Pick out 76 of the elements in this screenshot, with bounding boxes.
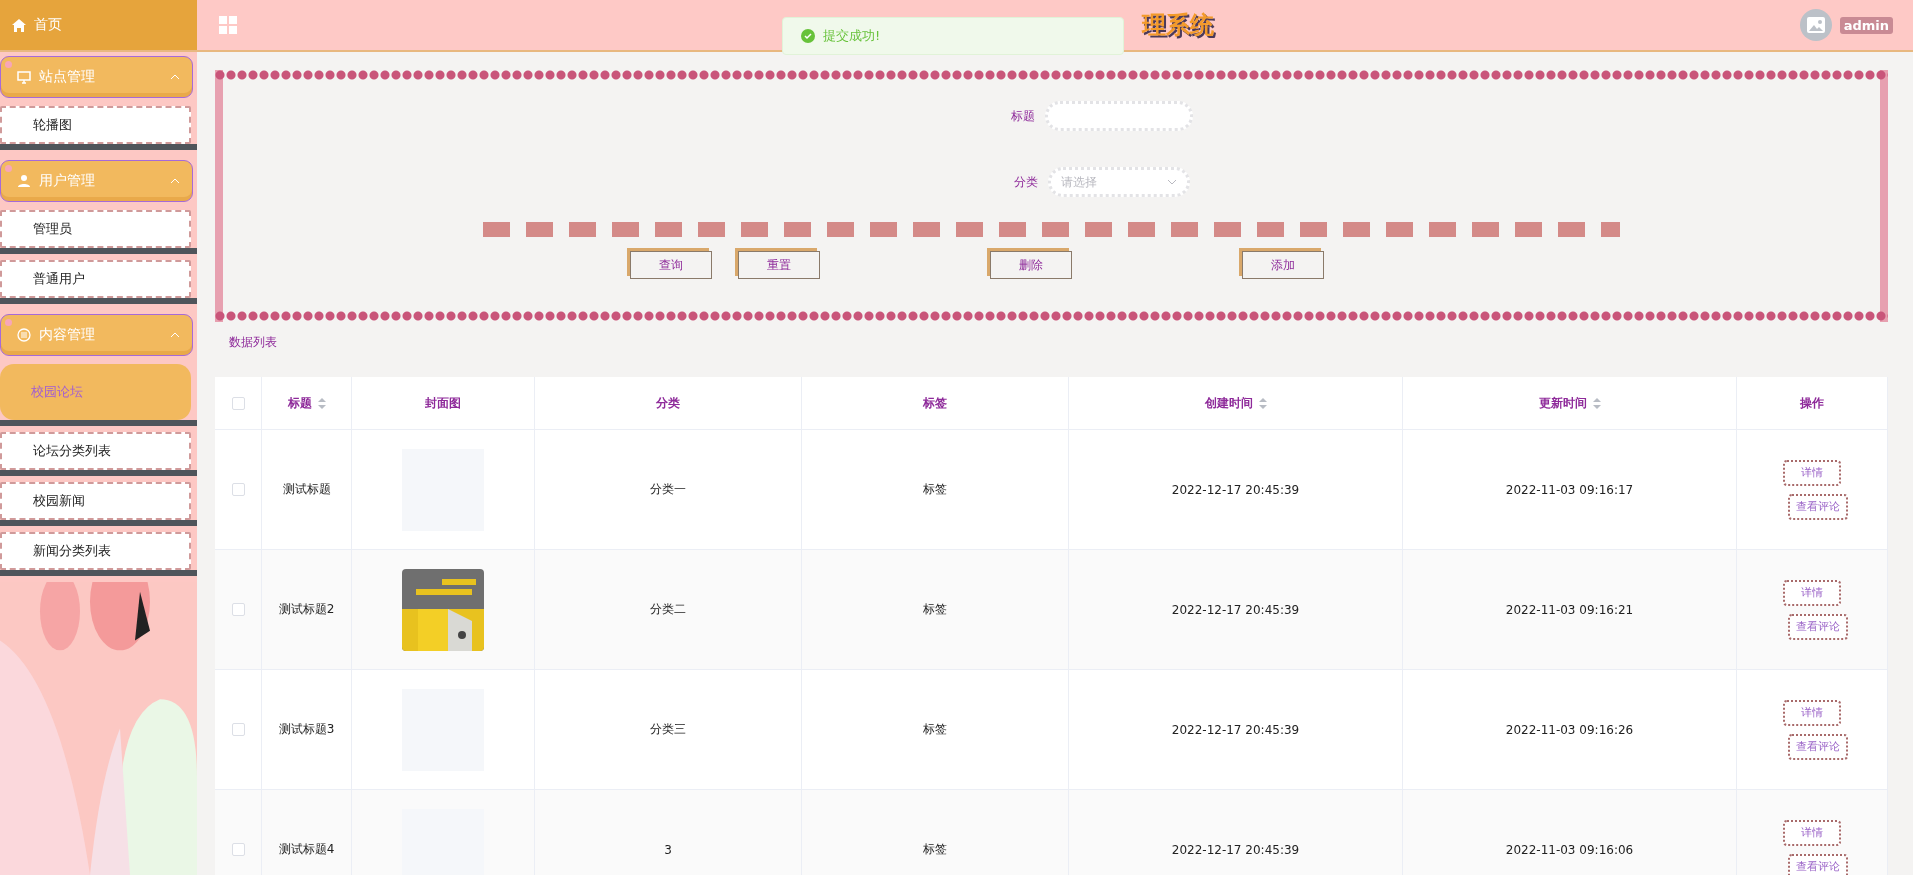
menu-item[interactable]: 校园论坛	[0, 364, 191, 420]
monitor-icon	[17, 70, 31, 84]
field-label: 标题	[1010, 107, 1035, 125]
input-field[interactable]	[1044, 101, 1193, 131]
checkbox[interactable]	[231, 483, 245, 496]
column-title: 操作	[1800, 394, 1824, 412]
created-time: 2022-12-17 20:45:39	[1171, 722, 1300, 737]
menu-item[interactable]: 论坛分类列表	[0, 432, 191, 470]
created-time: 2022-12-17 20:45:39	[1171, 842, 1300, 857]
checkbox[interactable]	[231, 603, 245, 616]
toast-message: 提交成功!	[823, 27, 881, 45]
group-label: 用户管理	[39, 172, 96, 190]
tag-text: 标签	[923, 601, 947, 618]
section-title: 数据列表	[229, 334, 278, 351]
home-label: 首页	[34, 16, 62, 34]
checkbox[interactable]	[231, 843, 245, 856]
category-text: 3	[664, 842, 672, 857]
action-button[interactable]: 重置	[737, 251, 820, 279]
title-text: 测试标题3	[278, 721, 335, 738]
tag-text: 标签	[923, 481, 947, 498]
row-action-button[interactable]: 查看评论	[1788, 493, 1848, 520]
dot-icon	[5, 61, 12, 68]
checkbox[interactable]	[231, 723, 245, 736]
column-title: 封面图	[425, 394, 461, 412]
title-text: 测试标题4	[278, 841, 335, 858]
row-action-button[interactable]: 查看评论	[1788, 853, 1848, 875]
category-text: 分类二	[650, 601, 686, 618]
column-title: 创建时间	[1204, 394, 1253, 412]
category-text: 分类三	[650, 721, 686, 738]
avatar[interactable]	[1799, 9, 1832, 41]
title-text: 测试标题	[282, 481, 331, 498]
user-icon	[17, 174, 31, 188]
menu-item[interactable]: 新闻分类列表	[0, 532, 191, 570]
row-action-button[interactable]: 查看评论	[1788, 733, 1848, 760]
sort-icon[interactable]	[1592, 397, 1601, 409]
created-time: 2022-12-17 20:45:39	[1171, 602, 1300, 617]
row-action-button[interactable]: 详情	[1783, 459, 1841, 486]
tag-text: 标签	[923, 841, 947, 858]
tag-text: 标签	[923, 721, 947, 738]
action-button[interactable]: 删除	[989, 251, 1072, 279]
group-label: 内容管理	[39, 326, 96, 344]
app-title: 理系统	[1142, 10, 1214, 41]
chevron-down-icon	[1166, 179, 1177, 185]
home-icon	[12, 18, 26, 32]
column-title: 标题	[287, 394, 312, 412]
menu-item[interactable]: 校园新闻	[0, 482, 191, 520]
updated-time: 2022-11-03 09:16:17	[1505, 482, 1634, 497]
column-title: 更新时间	[1538, 394, 1587, 412]
row-action-button[interactable]: 查看评论	[1788, 613, 1848, 640]
row-action-button[interactable]: 详情	[1783, 819, 1841, 846]
action-button[interactable]: 添加	[1241, 251, 1324, 279]
list-icon	[17, 328, 31, 342]
category-text: 分类一	[650, 481, 686, 498]
created-time: 2022-12-17 20:45:39	[1171, 482, 1300, 497]
grid-icon[interactable]	[219, 16, 237, 34]
group-label: 站点管理	[39, 68, 96, 86]
title-text: 测试标题2	[278, 601, 335, 618]
user-name[interactable]: admin	[1839, 16, 1893, 34]
menu-item[interactable]: 管理员	[0, 210, 191, 248]
column-title: 分类	[656, 394, 680, 412]
row-action-button[interactable]: 详情	[1783, 579, 1841, 606]
updated-time: 2022-11-03 09:16:26	[1505, 722, 1634, 737]
menu-item[interactable]: 普通用户	[0, 260, 191, 298]
checkbox[interactable]	[231, 396, 245, 410]
dot-icon	[5, 165, 12, 172]
dot-icon	[5, 319, 12, 326]
column-title: 标签	[923, 394, 947, 412]
field-label: 分类	[1013, 173, 1038, 191]
sort-icon[interactable]	[1258, 397, 1267, 409]
menu-item[interactable]: 轮播图	[0, 106, 191, 144]
sort-icon[interactable]	[317, 397, 326, 409]
action-button[interactable]: 查询	[629, 251, 712, 279]
row-action-button[interactable]: 详情	[1783, 699, 1841, 726]
updated-time: 2022-11-03 09:16:21	[1505, 602, 1634, 617]
updated-time: 2022-11-03 09:16:06	[1505, 842, 1634, 857]
check-circle-icon	[801, 29, 815, 43]
